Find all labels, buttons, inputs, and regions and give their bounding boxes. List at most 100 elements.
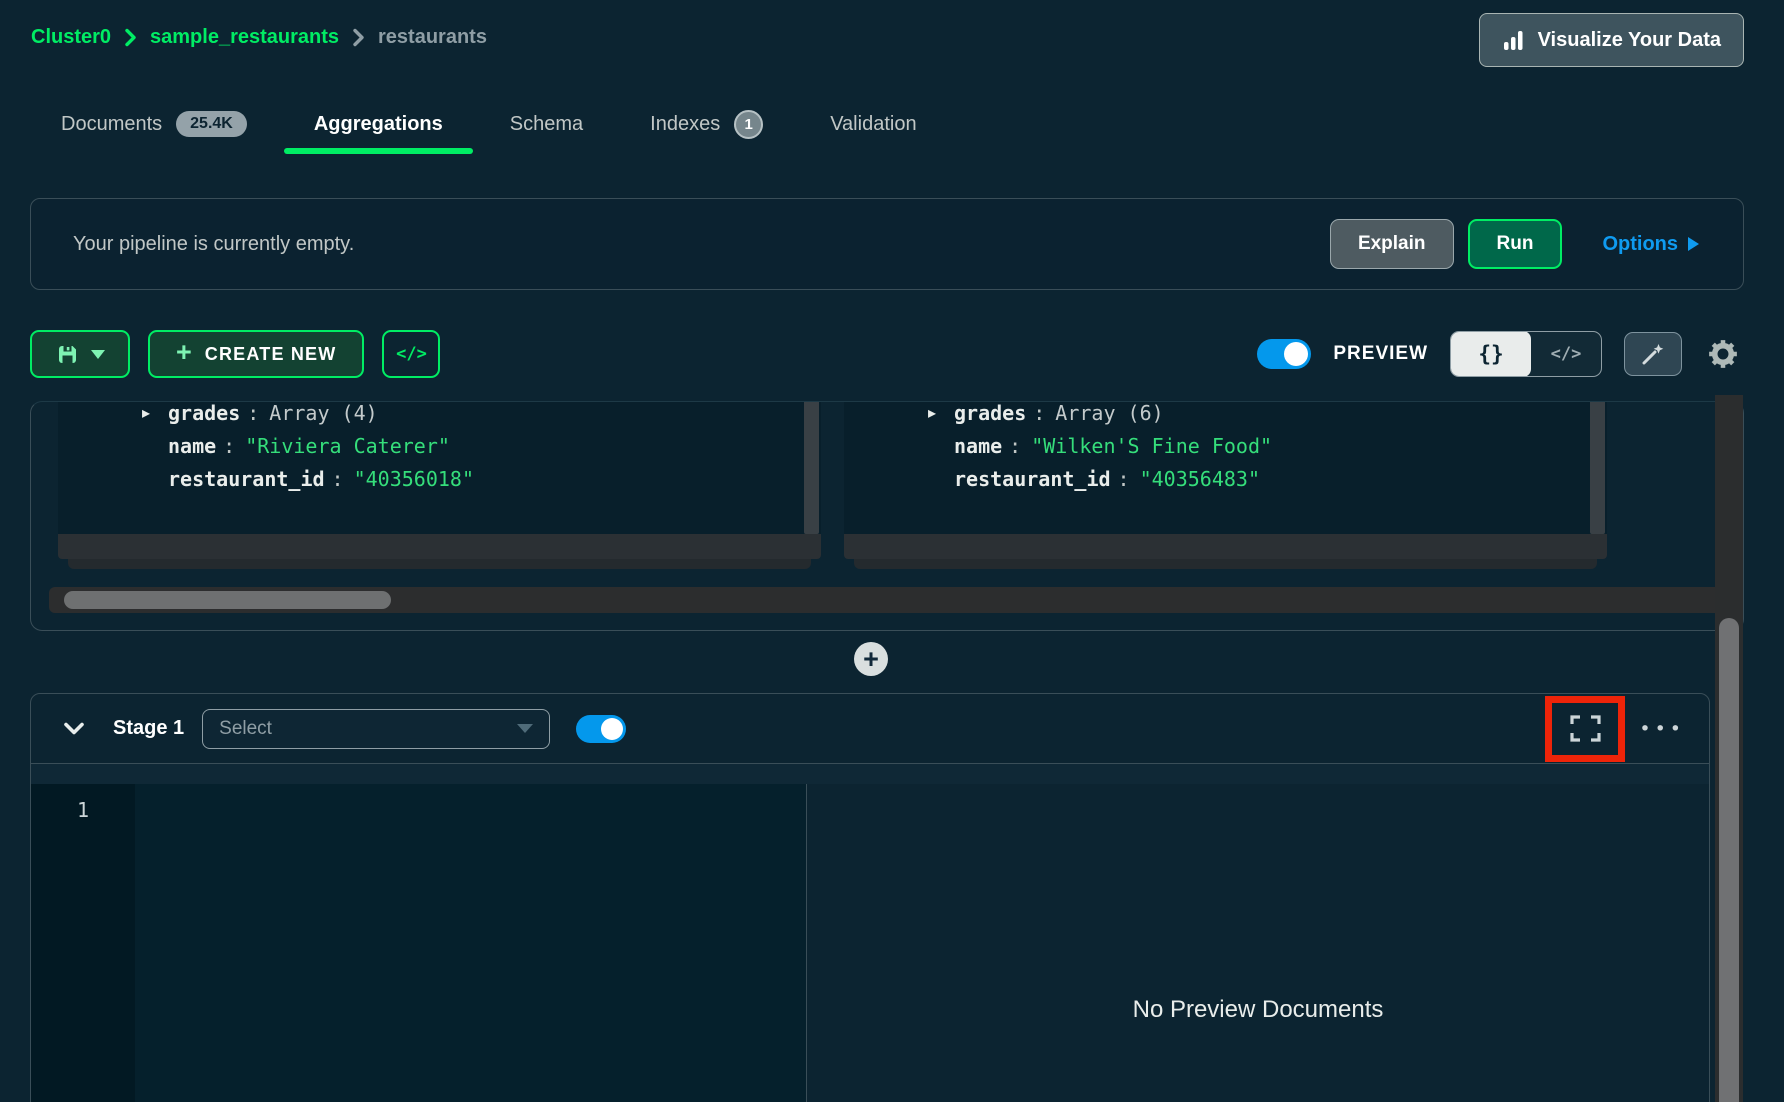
indexes-count-badge: 1	[734, 110, 763, 139]
document-field-row: ▸ grades : Array (6)	[844, 401, 1607, 429]
document-card: ▸ grades : Array (4) name : "Riviera Cat…	[58, 401, 821, 569]
caret-down-icon	[91, 350, 105, 359]
pipeline-toolbar: + CREATE NEW </> PREVIEW {} </>	[30, 330, 1744, 378]
document-field-row: name : "Riviera Caterer"	[58, 429, 821, 462]
document-card-body: ▸ grades : Array (4) name : "Riviera Cat…	[58, 401, 821, 534]
code-icon: </>	[1551, 344, 1582, 364]
code-icon: </>	[396, 344, 427, 364]
visualize-button-label: Visualize Your Data	[1538, 29, 1721, 52]
stage-header: Stage 1 Select	[31, 694, 1709, 764]
stage-preview-pane: No Preview Documents	[807, 784, 1709, 1102]
chevron-right-icon	[124, 28, 137, 47]
pipeline-as-text-button[interactable]: </>	[382, 330, 440, 378]
document-card-body: ▸ grades : Array (6) name : "Wilken'S Fi…	[844, 401, 1607, 534]
documents-preview-panel: ▸ grades : Array (4) name : "Riviera Cat…	[30, 401, 1744, 631]
horizontal-scrollbar[interactable]	[49, 587, 1729, 613]
field-value: "Riviera Caterer"	[245, 434, 450, 458]
breadcrumb: Cluster0 sample_restaurants restaurants	[31, 26, 487, 49]
visualize-your-data-button[interactable]: Visualize Your Data	[1479, 13, 1744, 67]
breadcrumb-database[interactable]: sample_restaurants	[150, 26, 339, 49]
vertical-scrollbar-thumb[interactable]	[1719, 618, 1739, 1102]
breadcrumb-collection: restaurants	[378, 26, 487, 49]
tab-label: Documents	[61, 113, 162, 136]
text-view-button[interactable]: </>	[1531, 331, 1601, 377]
magic-wand-icon	[1640, 341, 1666, 367]
stage-select-value: Select	[219, 718, 272, 740]
collapse-chevron-icon[interactable]	[63, 722, 85, 736]
line-number: 1	[77, 798, 89, 822]
chevron-right-icon	[352, 28, 365, 47]
expand-arrow-icon[interactable]: ▸	[928, 403, 936, 422]
create-new-button[interactable]: + CREATE NEW	[148, 330, 364, 378]
editor-line-number-gutter: 1	[31, 784, 135, 1102]
stage-header-actions: •••	[1545, 696, 1709, 762]
no-preview-message: No Preview Documents	[1133, 996, 1384, 1024]
breadcrumb-cluster[interactable]: Cluster0	[31, 26, 111, 49]
stage-title: Stage 1	[113, 717, 184, 740]
bar-chart-icon	[1502, 29, 1525, 52]
stage-operator-select[interactable]: Select	[202, 709, 550, 749]
field-value: "Wilken'S Fine Food"	[1031, 434, 1272, 458]
horizontal-scrollbar-thumb[interactable]	[64, 591, 391, 609]
stage-enabled-toggle[interactable]	[576, 715, 626, 743]
field-key: name	[954, 434, 1002, 458]
field-key: restaurant_id	[168, 467, 325, 491]
field-key: name	[168, 434, 216, 458]
run-button[interactable]: Run	[1468, 219, 1563, 269]
tab-indexes[interactable]: Indexes 1	[620, 96, 793, 152]
preview-label: PREVIEW	[1333, 343, 1428, 365]
card-vertical-scrollbar[interactable]	[804, 401, 819, 534]
tab-label: Schema	[510, 113, 583, 136]
tab-label: Validation	[830, 113, 916, 136]
tab-documents[interactable]: Documents 25.4K	[31, 96, 277, 152]
settings-button[interactable]	[1704, 335, 1742, 373]
field-key: grades	[954, 401, 1026, 425]
pipeline-banner: Your pipeline is currently empty. Explai…	[30, 198, 1744, 290]
tab-label: Aggregations	[314, 113, 443, 136]
expand-arrow-icon[interactable]: ▸	[142, 403, 150, 422]
save-icon	[56, 343, 79, 366]
aggregations-page: Cluster0 sample_restaurants restaurants …	[0, 0, 1784, 1102]
pipeline-actions: Explain Run Options	[1330, 219, 1699, 269]
gear-icon	[1707, 338, 1739, 370]
documents-count-badge: 25.4K	[176, 111, 247, 137]
stage-editor-top-strip	[31, 764, 1709, 784]
ai-wand-button[interactable]	[1624, 332, 1682, 376]
caret-down-icon	[517, 724, 533, 733]
fullscreen-icon	[1570, 715, 1601, 742]
field-colon: :	[1118, 467, 1130, 491]
field-value: "40356018"	[354, 467, 474, 491]
plus-icon: +	[176, 337, 192, 368]
field-colon: :	[332, 467, 344, 491]
stage-code-editor[interactable]	[135, 784, 806, 1102]
document-field-row: restaurant_id : "40356018"	[58, 462, 821, 495]
tab-validation[interactable]: Validation	[800, 96, 946, 152]
options-toggle[interactable]: Options	[1602, 233, 1699, 256]
output-view-segmented-control: {} </>	[1450, 331, 1602, 377]
stage-panel: Stage 1 Select	[30, 693, 1710, 1102]
field-colon: :	[1033, 401, 1045, 425]
document-card-footer	[58, 534, 821, 559]
field-key: restaurant_id	[954, 467, 1111, 491]
fullscreen-button[interactable]	[1556, 707, 1614, 751]
create-new-label: CREATE NEW	[205, 344, 337, 365]
add-stage-button[interactable]: +	[854, 642, 888, 676]
preview-toggle[interactable]	[1257, 339, 1311, 369]
document-field-row: restaurant_id : "40356483"	[844, 462, 1607, 495]
field-key: grades	[168, 401, 240, 425]
document-card-footer	[844, 534, 1607, 559]
collection-tabs: Documents 25.4K Aggregations Schema Inde…	[31, 96, 947, 152]
caret-right-icon	[1688, 237, 1699, 251]
field-colon: :	[1009, 434, 1021, 458]
workspace-vertical-scrollbar[interactable]	[1715, 395, 1743, 1102]
document-view-button[interactable]: {}	[1451, 331, 1531, 377]
field-colon: :	[223, 434, 235, 458]
stage-more-options-button[interactable]: •••	[1639, 718, 1685, 740]
tab-schema[interactable]: Schema	[480, 96, 613, 152]
save-pipeline-button[interactable]	[30, 330, 130, 378]
field-value: Array (4)	[269, 401, 377, 425]
card-vertical-scrollbar[interactable]	[1590, 401, 1605, 534]
tab-aggregations[interactable]: Aggregations	[284, 96, 473, 152]
explain-button[interactable]: Explain	[1330, 219, 1454, 269]
document-stack-shadow	[854, 559, 1597, 569]
